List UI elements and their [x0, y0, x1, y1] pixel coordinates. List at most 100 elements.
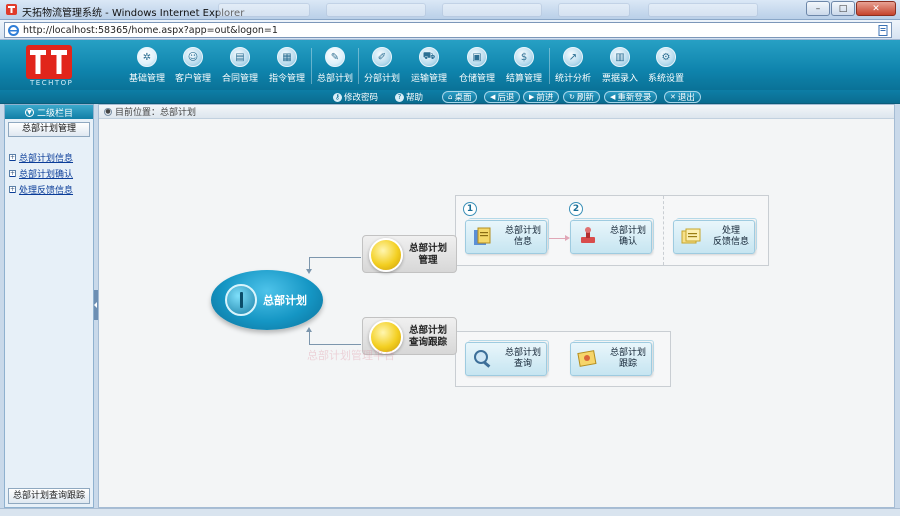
forward-button[interactable]: ▶ 前进 — [523, 91, 560, 103]
ie-icon — [8, 25, 19, 36]
settings-icon: ⚙ — [656, 47, 676, 67]
connector-line — [309, 331, 310, 345]
gear-icon: ✲ — [137, 47, 157, 67]
minimize-button[interactable]: – — [806, 1, 830, 16]
nav-separator — [311, 48, 312, 84]
forward-arrow-icon: ▶ — [529, 93, 535, 101]
watermark-text: 总部计划管理平台 — [307, 349, 395, 362]
home-icon: ⌂ — [448, 93, 453, 101]
relogin-button[interactable]: ◀ 重新登录 — [604, 91, 658, 103]
desktop-button[interactable]: ⌂ 桌面 — [442, 91, 478, 103]
branch-plan-icon: ✐ — [372, 47, 392, 67]
close-button[interactable]: ✕ — [856, 1, 896, 16]
connector-line — [309, 344, 361, 345]
window-titlebar: 天拓物流管理系统 - Windows Internet Explorer – □… — [0, 0, 900, 20]
hq-plan-hub-icon — [225, 284, 257, 316]
nav-branch-plan[interactable]: ✐ 分部计划 — [360, 47, 404, 87]
sidebar-title: 二级栏目 — [36, 108, 73, 119]
nav-label: 合同管理 — [221, 74, 258, 84]
hq-plan-query-item[interactable]: 总部计划 查询 — [465, 340, 549, 376]
nav-hq-plan[interactable]: ✎ 总部计划 — [313, 47, 357, 87]
window-title: 天拓物流管理系统 - Windows Internet Explorer — [22, 8, 245, 19]
location-icon: ● — [104, 107, 112, 116]
arrow-down-icon — [306, 269, 312, 274]
logout-button[interactable]: ✕ 退出 — [664, 91, 701, 103]
maximize-button[interactable]: □ — [831, 1, 855, 16]
back-label: 后退 — [497, 93, 515, 103]
nav-label: 仓储管理 — [458, 74, 495, 84]
collapse-icon[interactable]: ▼ — [24, 107, 34, 117]
nav-label: 票据录入 — [601, 74, 638, 84]
key-icon: ⚷ — [333, 92, 342, 102]
sidebar-item-hq-plan-info[interactable]: + 总部计划信息 — [9, 149, 93, 165]
nav-settlement-management[interactable]: $ 结算管理 — [502, 47, 546, 87]
app-header: TECHTOP ✲ 基础管理 ☺ 客户管理 ▤ 合同管理 ▦ 指令管理 ✎ 总部… — [0, 40, 900, 90]
breadcrumb-text: 目前位置：总部计划 — [115, 108, 197, 118]
change-password-link[interactable]: ⚷ 修改密码 — [333, 91, 378, 103]
app-icon — [6, 4, 17, 15]
nav-label: 总部计划 — [316, 74, 353, 84]
hq-plan-info-item[interactable]: 总部计划 信息 — [465, 218, 549, 254]
url-field[interactable]: http://localhost:58365/home.aspx?app=out… — [4, 22, 892, 38]
page-icon[interactable] — [878, 25, 888, 36]
nav-receipt-entry[interactable]: ▥ 票据录入 — [598, 47, 642, 87]
hq-plan-query-tracking-button[interactable]: 总部计划查询跟踪 — [8, 488, 90, 504]
tracking-icon — [577, 350, 597, 367]
refresh-button[interactable]: ↻ 刷新 — [563, 91, 600, 103]
nav-label: 结算管理 — [505, 74, 542, 84]
background-tab — [218, 3, 310, 17]
nav-order-management[interactable]: ▦ 指令管理 — [265, 47, 309, 87]
expand-icon: + — [9, 185, 16, 193]
sidebar-item-label: 处理反馈信息 — [19, 185, 74, 196]
nav-basic-management[interactable]: ✲ 基础管理 — [125, 47, 169, 87]
help-link[interactable]: ? 帮助 — [395, 91, 423, 103]
refresh-label: 刷新 — [576, 93, 594, 103]
back-arrow-icon: ◀ — [490, 93, 496, 101]
sidebar-item-feedback[interactable]: + 处理反馈信息 — [9, 181, 93, 197]
address-bar: http://localhost:58365/home.aspx?app=out… — [0, 20, 900, 40]
hub-label: 总部计划 — [263, 294, 307, 307]
nav-contract-management[interactable]: ▤ 合同管理 — [218, 47, 262, 87]
expand-icon: + — [9, 169, 16, 177]
hq-plan-confirm-item[interactable]: 总部计划 确认 — [570, 218, 654, 254]
nav-warehouse-management[interactable]: ▣ 仓储管理 — [455, 47, 499, 87]
connector-line — [309, 257, 361, 258]
notes-icon — [681, 228, 701, 244]
chart-icon: ↗ — [563, 47, 583, 67]
hq-plan-management-button[interactable]: 总部计划管理 — [8, 122, 90, 137]
step-2-badge: 2 — [569, 202, 583, 216]
nav-label: 指令管理 — [268, 74, 305, 84]
back-button[interactable]: ◀ 后退 — [484, 91, 521, 103]
hq-plan-icon: ✎ — [325, 47, 345, 67]
help-label: 帮助 — [406, 93, 424, 103]
nav-label: 系统设置 — [647, 74, 684, 84]
hq-plan-hub[interactable]: 总部计划 — [211, 270, 323, 330]
relogin-arrow-icon: ◀ — [610, 93, 616, 101]
contract-icon: ▤ — [230, 47, 250, 67]
user-icon: ☺ — [183, 47, 203, 67]
arrow-up-icon — [306, 327, 312, 332]
logout-icon: ✕ — [670, 93, 676, 101]
forward-label: 前进 — [536, 93, 554, 103]
nav-system-settings[interactable]: ⚙ 系统设置 — [644, 47, 688, 87]
hq-plan-management-node[interactable]: 总部计划 管理 — [362, 235, 457, 273]
help-icon: ? — [395, 92, 404, 102]
feedback-item[interactable]: 处理 反馈信息 — [673, 218, 757, 254]
item-label: 总部计划 确认 — [609, 226, 646, 247]
documents-icon — [474, 227, 491, 245]
nav-statistics[interactable]: ↗ 统计分析 — [551, 47, 595, 87]
logout-label: 退出 — [677, 93, 695, 103]
status-bar — [0, 508, 900, 516]
nav-label: 客户管理 — [174, 74, 211, 84]
item-label: 总部计划 查询 — [504, 348, 541, 369]
sidebar-links: + 总部计划信息 + 总部计划确认 + 处理反馈信息 — [5, 149, 93, 197]
nav-customer-management[interactable]: ☺ 客户管理 — [171, 47, 215, 87]
sidebar-item-hq-plan-confirm[interactable]: + 总部计划确认 — [9, 165, 93, 181]
nav-label: 运输管理 — [410, 74, 447, 84]
background-tab — [558, 3, 630, 17]
order-icon: ▦ — [277, 47, 297, 67]
nav-transport-management[interactable]: ⛟ 运输管理 — [407, 47, 451, 87]
receipt-icon: ▥ — [610, 47, 630, 67]
expand-icon: + — [9, 153, 16, 161]
hq-plan-track-item[interactable]: 总部计划 跟踪 — [570, 340, 654, 376]
